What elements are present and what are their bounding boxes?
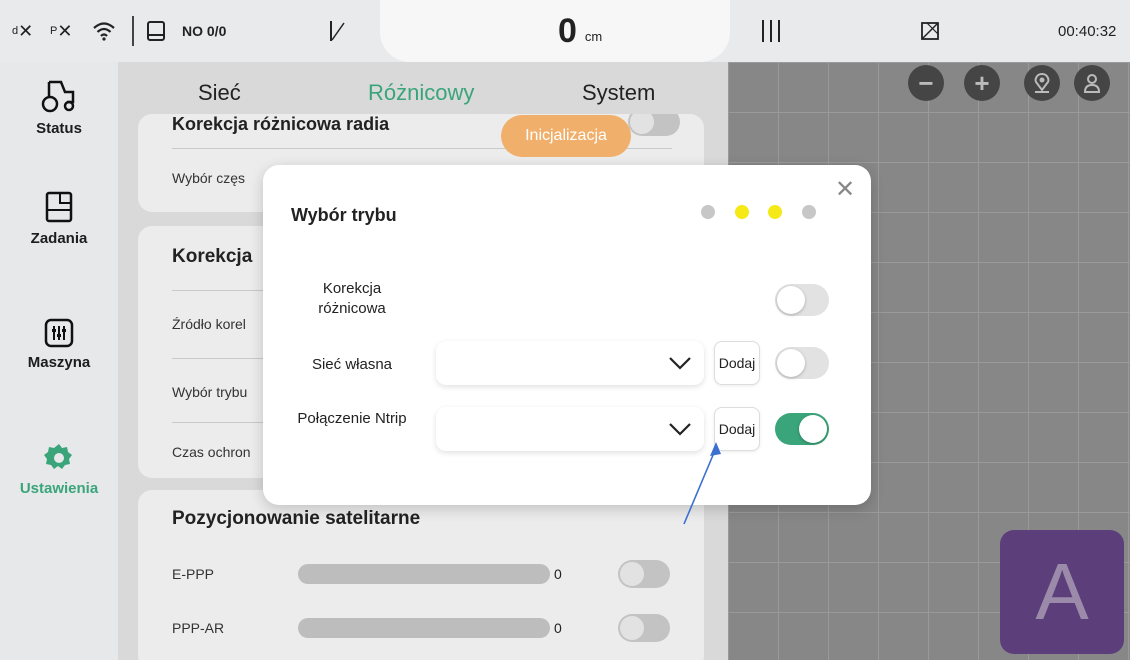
tab-siec[interactable]: Sieć [198,80,241,106]
e-ppp-bar [298,564,550,584]
bars-icon [760,0,782,62]
settings-card-satellite: Pozycjonowanie satelitarne E-PPP 0 PPP-A… [138,490,704,660]
offset-panel [380,0,730,62]
divider [132,16,134,46]
sliders-icon [44,318,74,348]
offset-readout: 0 cm [558,0,602,62]
auto-steer-button[interactable]: A [1000,530,1124,654]
radio-correction-toggle[interactable] [628,114,680,136]
ntrip-toggle[interactable] [775,413,829,445]
sidebar-item-label: Status [36,120,82,137]
annotation-arrow-icon [683,442,721,525]
sidebar-item-label: Zadania [30,230,88,247]
clock: 00:40:32 [1058,22,1117,40]
tab-roznicowy[interactable]: Różnicowy [368,80,474,106]
ppp-ar-bar [298,618,550,638]
status-bar: d ✕ P ✕ NO 0/0 0 cm 00:40:32 [0,0,1130,62]
e-ppp-toggle[interactable] [618,560,670,588]
wifi-icon [92,0,116,62]
differential-toggle[interactable] [775,284,829,316]
sidebar-item-maszyna[interactable]: Maszyna [0,318,118,371]
row-mode-select[interactable]: Wybór trybu [172,384,247,400]
zoom-in-icon[interactable]: + [964,65,1000,101]
add-own-network-button[interactable]: Dodaj [714,341,760,385]
zoom-out-icon[interactable]: − [908,65,944,101]
step-dot [802,205,816,219]
e-ppp-label: E-PPP [172,566,215,582]
ppp-ar-label: PPP-AR [172,620,225,636]
own-network-select[interactable] [436,341,704,385]
own-network-toggle[interactable] [775,347,829,379]
sidebar-item-status[interactable]: Status [0,78,118,137]
map-off-icon [920,0,940,62]
ntrip-select[interactable] [436,407,704,451]
correction-header: Korekcja [172,246,253,267]
signal-d-icon: d ✕ [12,20,34,41]
initialization-button[interactable]: Inicjalizacja [501,115,631,157]
signal-p-icon: P ✕ [50,20,73,41]
row-correction-source[interactable]: Źródło korel [172,316,246,332]
tab-system[interactable]: System [582,80,655,106]
sidebar-item-ustawienia[interactable]: Ustawienia [0,442,118,497]
chevron-down-icon [669,423,691,436]
sidebar-item-label: Maszyna [27,354,91,371]
offset-value: 0 [558,11,577,50]
modal-title: Wybór trybu [291,205,397,225]
row-label-own-network: Sieć własna [311,356,393,373]
locate-icon[interactable] [1024,65,1060,101]
heading-icon [328,0,346,62]
step-dot [735,205,749,219]
receiver-icon [146,0,166,62]
row-label-differential: Korekcja różnicowa [318,280,386,317]
row-label-ntrip: Połączenie Ntrip [297,410,407,427]
row-frequency-select[interactable]: Wybór częs [172,170,245,186]
ppp-ar-value: 0 [554,620,562,636]
satellite-header: Pozycjonowanie satelitarne [172,508,421,529]
sidebar-item-label: Ustawienia [19,480,99,497]
sidebar-item-zadania[interactable]: Zadania [0,190,118,247]
gear-icon [44,444,72,469]
clipboard-icon [45,191,73,223]
row-protection-time[interactable]: Czas ochron [172,444,251,460]
user-location-icon[interactable] [1074,65,1110,101]
row-radio-correction: Korekcja różnicowa radia [172,114,390,134]
close-icon[interactable]: ✕ [835,175,855,204]
sidebar: Status Zadania Maszyna Ustawienia [0,62,118,660]
chevron-down-icon [669,357,691,370]
step-dot [768,205,782,219]
rtk-status: NO 0/0 [182,23,227,39]
step-dot [701,205,715,219]
e-ppp-value: 0 [554,566,562,582]
offset-unit: cm [584,28,603,44]
tractor-icon [41,80,75,113]
ppp-ar-toggle[interactable] [618,614,670,642]
mode-select-modal: Wybór trybu ✕ Korekcja różnicowa Sieć wł… [263,165,871,505]
